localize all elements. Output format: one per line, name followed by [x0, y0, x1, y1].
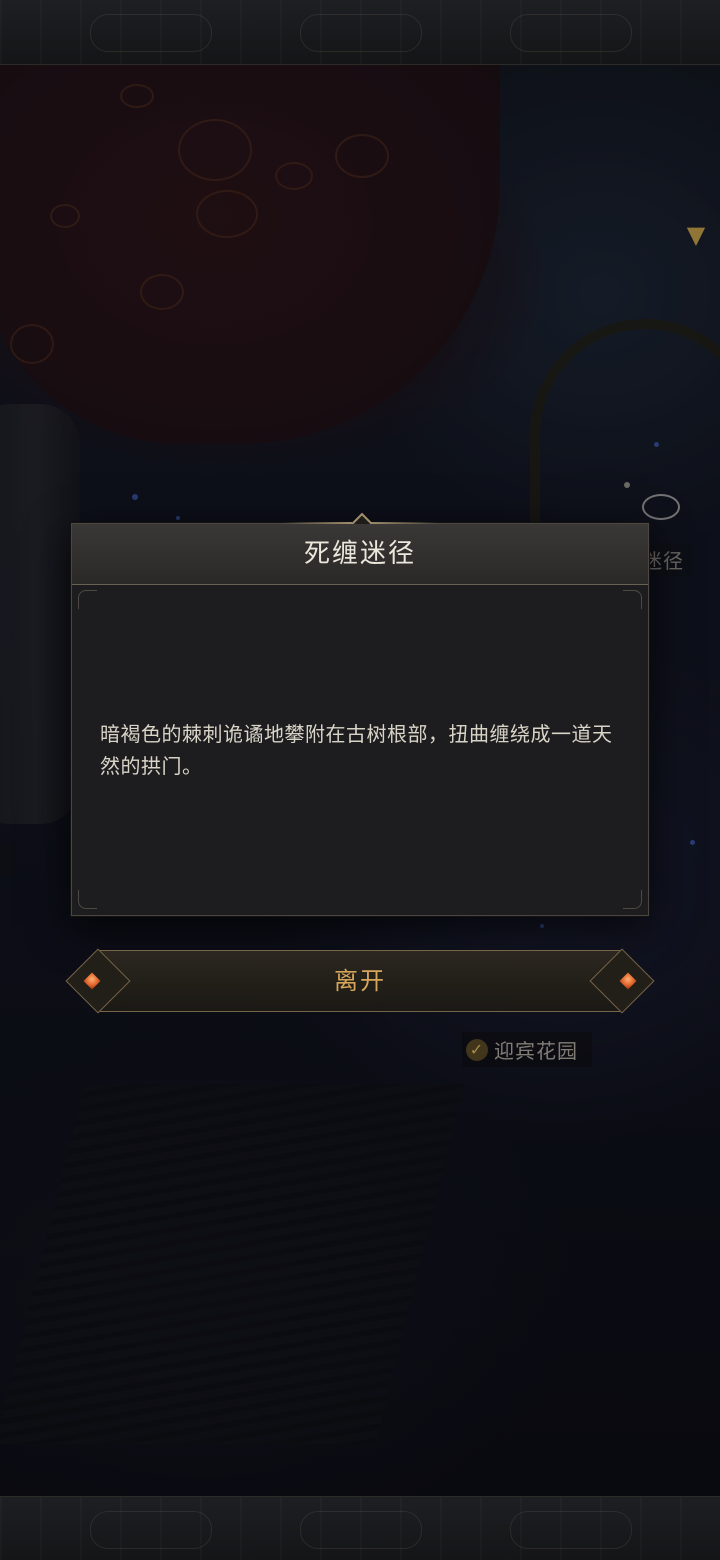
location-dialog: 死缠迷径 暗褐色的棘刺诡谲地攀附在古树根部，扭曲缠绕成一道天然的拱门。: [71, 512, 649, 916]
bottom-frame-bar: [0, 1496, 720, 1560]
top-frame-bar: [0, 0, 720, 65]
dialog-corner-ornament: [78, 890, 97, 909]
leave-button-label: 离开: [334, 967, 386, 995]
frame-ornament: [510, 1511, 632, 1549]
frame-ornament: [90, 14, 212, 52]
frame-ornament: [90, 1511, 212, 1549]
frame-ornament: [300, 14, 422, 52]
dialog-description: 暗褐色的棘刺诡谲地攀附在古树根部，扭曲缠绕成一道天然的拱门。: [100, 722, 613, 778]
frame-ornament: [510, 14, 632, 52]
leave-button[interactable]: 离开: [83, 950, 637, 1012]
game-screen: ▼ 迷径 ✓ 迎宾花园 死缠迷径 暗褐色的棘刺诡谲地攀附在古树根部，扭曲缠绕成一…: [0, 0, 720, 1560]
dialog-header: 死缠迷径: [72, 524, 648, 585]
dialog-corner-ornament: [78, 590, 97, 609]
dialog-title: 死缠迷径: [303, 539, 416, 569]
frame-ornament: [300, 1511, 422, 1549]
dialog-corner-ornament: [623, 890, 642, 909]
dialog-corner-ornament: [623, 590, 642, 609]
gem-ornament-icon: [619, 972, 637, 990]
